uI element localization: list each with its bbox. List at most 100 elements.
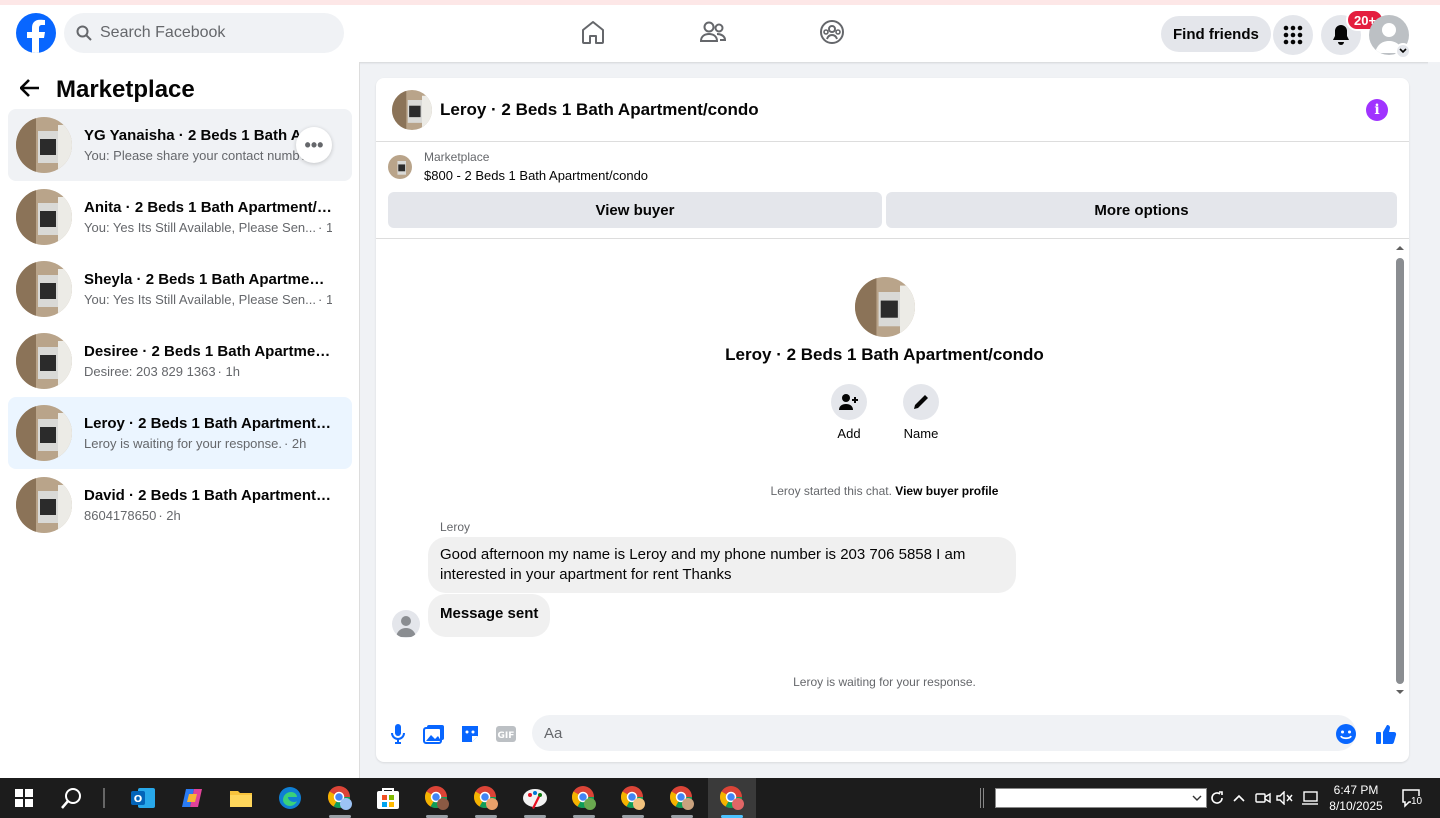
taskbar-clock[interactable]: 6:47 PM 8/10/2025: [1318, 782, 1394, 814]
chat-title[interactable]: Leroy · 2 Beds 1 Bath Apartment/condo: [440, 100, 759, 120]
volume-muted-icon[interactable]: [1275, 784, 1295, 812]
conversation-preview: You: Please share your contact numbm: [84, 148, 312, 163]
outlook-icon[interactable]: O: [129, 784, 157, 812]
conversation-item-active[interactable]: Leroy · 2 Beds 1 Bath Apartment/c... Ler…: [8, 397, 352, 469]
search-input[interactable]: [100, 24, 320, 42]
sidebar-header: Marketplace: [19, 76, 195, 104]
sender-name: Leroy: [440, 520, 471, 534]
taskbar-address-box[interactable]: [995, 788, 1207, 808]
chevron-down-icon[interactable]: [1192, 795, 1202, 801]
info-icon[interactable]: i: [1366, 99, 1388, 121]
find-friends-button[interactable]: Find friends: [1161, 16, 1271, 52]
chat-scrollbar[interactable]: [1394, 244, 1406, 698]
listing-thumbnail: [16, 117, 72, 173]
divider: [376, 238, 1409, 239]
listing-price: $800 - 2 Beds 1 Bath Apartment/condo: [424, 168, 649, 183]
chrome-profile-icon[interactable]: [472, 784, 500, 812]
sticker-icon[interactable]: [458, 722, 482, 746]
conversation-title: Sheyla · 2 Beds 1 Bath Apartment/...: [84, 271, 332, 288]
thumbs-up-icon[interactable]: [1374, 722, 1398, 746]
marketplace-sidebar: Marketplace YG Yanaisha · 2 Beds 1 Bath …: [0, 62, 360, 778]
conversation-item[interactable]: YG Yanaisha · 2 Beds 1 Bath Ap You: Plea…: [8, 109, 352, 181]
windows-start-icon[interactable]: [10, 784, 38, 812]
add-person-icon: [839, 394, 858, 410]
search-icon[interactable]: [58, 784, 86, 812]
edge-icon[interactable]: [276, 784, 304, 812]
conversation-title: David · 2 Beds 1 Bath Apartment/c...: [84, 487, 332, 504]
photo-icon[interactable]: [422, 722, 446, 746]
chevron-down-icon[interactable]: [1395, 43, 1411, 59]
listing-thumbnail[interactable]: [392, 89, 432, 130]
chrome-profile-icon[interactable]: [570, 784, 598, 812]
name-button[interactable]: Name: [891, 384, 951, 441]
menu-grid-icon[interactable]: [1273, 15, 1313, 55]
buyer-name: Leroy · 2 Beds 1 Bath Apartment/condo: [725, 345, 1044, 364]
clock-date: 8/10/2025: [1329, 799, 1383, 813]
pencil-icon: [914, 395, 928, 409]
page-scrollbar[interactable]: [1428, 62, 1440, 778]
groups-icon[interactable]: [817, 17, 847, 47]
back-arrow-icon[interactable]: [19, 78, 40, 102]
listing-thumbnail: [16, 405, 72, 461]
conversation-preview: 8604178650 · 2h: [84, 508, 181, 523]
paint-icon[interactable]: [521, 784, 549, 812]
network-icon[interactable]: [1300, 784, 1320, 812]
listing-thumbnail: [388, 154, 412, 179]
toolbar-grip: [980, 788, 984, 808]
gif-icon[interactable]: GIF: [494, 722, 518, 746]
listing-thumbnail: [16, 333, 72, 389]
chrome-profile-icon[interactable]: [718, 784, 746, 812]
buyer-avatar[interactable]: [855, 277, 915, 337]
add-button[interactable]: Add: [819, 384, 879, 441]
chat-header: Leroy · 2 Beds 1 Bath Apartment/condo: [376, 78, 1409, 142]
meet-now-icon[interactable]: [1253, 784, 1273, 812]
message-bubble[interactable]: Good afternoon my name is Leroy and my p…: [428, 537, 1016, 593]
scroll-down-icon[interactable]: [1394, 688, 1406, 696]
listing-thumbnail: [16, 477, 72, 533]
chevron-up-icon[interactable]: [1229, 784, 1249, 812]
chat-started-notice: Leroy started this chat. View buyer prof…: [770, 484, 999, 498]
windows-taskbar: O 6:47 PM 8/10/2025 10: [0, 778, 1440, 818]
home-icon[interactable]: [578, 17, 608, 47]
conversation-item[interactable]: David · 2 Beds 1 Bath Apartment/c... 860…: [8, 469, 352, 541]
listing-thumbnail: [16, 189, 72, 245]
search-icon: [76, 25, 92, 41]
chrome-profile-icon[interactable]: [423, 784, 451, 812]
copilot-icon[interactable]: [178, 784, 206, 812]
scroll-up-icon[interactable]: [1394, 244, 1406, 252]
notification-center-icon[interactable]: 10: [1398, 784, 1426, 812]
friends-icon[interactable]: [698, 17, 728, 47]
conversation-title: Leroy · 2 Beds 1 Bath Apartment/c...: [84, 415, 332, 432]
emoji-icon[interactable]: [1334, 722, 1358, 746]
conversation-title: Anita · 2 Beds 1 Bath Apartment/c...: [84, 199, 332, 216]
conversation-title: Desiree · 2 Beds 1 Bath Apartment...: [84, 343, 332, 360]
conversation-item[interactable]: Anita · 2 Beds 1 Bath Apartment/c... You…: [8, 181, 352, 253]
search-bar[interactable]: [64, 13, 344, 53]
more-options-icon[interactable]: •••: [296, 127, 332, 163]
refresh-icon[interactable]: [1208, 784, 1226, 812]
waiting-notice: Leroy is waiting for your response.: [793, 675, 976, 689]
scroll-thumb[interactable]: [1396, 258, 1404, 684]
conversation-preview: Desiree: 203 829 1363 · 1h: [84, 364, 240, 379]
file-explorer-icon[interactable]: [227, 784, 255, 812]
chat-panel: Leroy · 2 Beds 1 Bath Apartment/condo i …: [376, 78, 1409, 762]
more-options-button[interactable]: More options: [886, 192, 1397, 228]
conversation-preview: You: Yes Its Still Available, Please Sen…: [84, 292, 332, 307]
microsoft-store-icon[interactable]: [374, 784, 402, 812]
view-buyer-profile-link[interactable]: View buyer profile: [895, 484, 998, 498]
message-bubble[interactable]: Message sent: [428, 594, 551, 637]
microphone-icon[interactable]: [386, 722, 410, 746]
chrome-profile-icon[interactable]: [619, 784, 647, 812]
top-navigation-bar: Find friends 20+: [0, 0, 1440, 62]
conversation-item[interactable]: Sheyla · 2 Beds 1 Bath Apartment/... You…: [8, 253, 352, 325]
chrome-profile-icon[interactable]: [668, 784, 696, 812]
listing-summary[interactable]: Marketplace $800 - 2 Beds 1 Bath Apartme…: [388, 150, 648, 183]
listing-label: Marketplace: [424, 150, 490, 164]
svg-text:O: O: [134, 794, 143, 805]
message-input[interactable]: [532, 715, 1356, 751]
facebook-logo-icon[interactable]: [16, 13, 56, 53]
clock-time: 6:47 PM: [1333, 783, 1379, 797]
view-buyer-button[interactable]: View buyer: [388, 192, 882, 228]
chrome-profile-icon[interactable]: [326, 784, 354, 812]
conversation-item[interactable]: Desiree · 2 Beds 1 Bath Apartment... Des…: [8, 325, 352, 397]
